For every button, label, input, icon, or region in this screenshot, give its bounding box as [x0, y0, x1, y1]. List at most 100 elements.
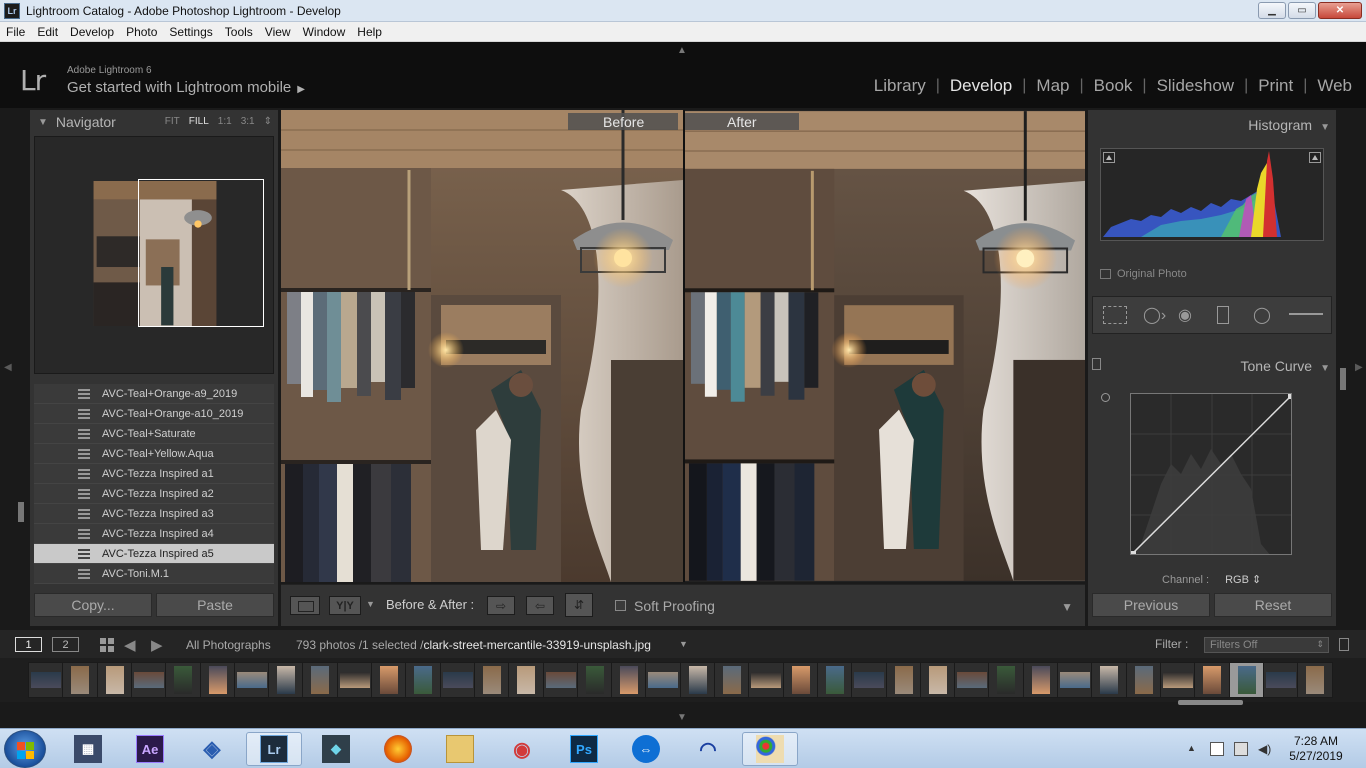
- histogram-header[interactable]: Histogram ▼: [1248, 117, 1330, 133]
- filmstrip-thumbnail[interactable]: [1262, 662, 1299, 698]
- filmstrip-thumbnail[interactable]: [233, 662, 270, 698]
- tone-curve-header[interactable]: Tone Curve ▼: [1241, 358, 1331, 374]
- filmstrip-thumbnail[interactable]: [1159, 662, 1196, 698]
- menu-view[interactable]: View: [259, 25, 297, 39]
- taskbar-after-effects[interactable]: Ae: [122, 732, 178, 766]
- collapse-left-panel-icon[interactable]: ◀: [4, 362, 12, 373]
- toolbar-options-icon[interactable]: ▼: [1061, 600, 1073, 614]
- soft-proofing-checkbox[interactable]: [615, 600, 626, 611]
- module-slideshow[interactable]: Slideshow: [1147, 76, 1245, 96]
- channel-selector[interactable]: Channel : RGB ⇕: [1162, 573, 1261, 586]
- filmstrip-thumbnail-selected[interactable]: [1228, 662, 1265, 698]
- menu-develop[interactable]: Develop: [64, 25, 120, 39]
- copy-after-to-before-button[interactable]: ⇦: [526, 596, 554, 615]
- system-clock[interactable]: 7:28 AM 5/27/2019: [1280, 734, 1352, 764]
- volume-icon[interactable]: ◀): [1258, 742, 1272, 756]
- forward-arrow-icon[interactable]: ▶: [151, 636, 163, 654]
- filmstrip-thumbnail[interactable]: [954, 662, 991, 698]
- zoom-fit[interactable]: FIT: [165, 116, 180, 127]
- preset-item[interactable]: AVC-Toni.M.1: [34, 564, 274, 584]
- menu-photo[interactable]: Photo: [120, 25, 163, 39]
- zoom-arrows-icon[interactable]: ⇕: [264, 116, 272, 127]
- zoom-fill[interactable]: FILL: [189, 116, 209, 127]
- preset-item[interactable]: AVC-Tezza Inspired a3: [34, 504, 274, 524]
- filmstrip-thumbnail[interactable]: [1125, 662, 1162, 698]
- filmstrip-thumbnail[interactable]: [28, 662, 64, 698]
- collapse-right-panel-icon[interactable]: ▶: [1355, 362, 1363, 373]
- collapse-triangle-icon[interactable]: ▼: [1320, 122, 1330, 133]
- module-web[interactable]: Web: [1307, 76, 1362, 96]
- filter-lock-icon[interactable]: [1339, 638, 1349, 651]
- filmstrip-thumbnail[interactable]: [62, 662, 99, 698]
- filmstrip-thumbnail[interactable]: [988, 662, 1025, 698]
- menu-edit[interactable]: Edit: [31, 25, 64, 39]
- panel-pin-icon[interactable]: [1092, 358, 1101, 370]
- graduated-filter-icon[interactable]: [1217, 306, 1229, 324]
- before-after-mode-button[interactable]: Y|Y: [329, 596, 361, 615]
- preset-item[interactable]: AVC-Teal+Saturate: [34, 424, 274, 444]
- filmstrip-thumbnail[interactable]: [165, 662, 202, 698]
- filmstrip-thumbnail[interactable]: [816, 662, 853, 698]
- filmstrip-thumbnail[interactable]: [268, 662, 305, 698]
- filmstrip-thumbnail[interactable]: [439, 662, 476, 698]
- filmstrip-thumbnail[interactable]: [371, 662, 407, 698]
- filmstrip-thumbnail[interactable]: [919, 662, 956, 698]
- taskbar-lightroom[interactable]: Lr: [246, 732, 302, 766]
- menu-settings[interactable]: Settings: [163, 25, 218, 39]
- taskbar-firefox[interactable]: [370, 732, 426, 766]
- filmstrip-thumbnail[interactable]: [542, 662, 579, 698]
- adjustment-brush-icon[interactable]: [1289, 313, 1323, 315]
- taskbar-camera-app[interactable]: ◉: [494, 732, 550, 766]
- filmstrip-thumbnail[interactable]: [1297, 662, 1334, 698]
- navigator-view-frame[interactable]: [138, 179, 264, 327]
- module-develop[interactable]: Develop: [940, 76, 1022, 96]
- filmstrip-thumbnail[interactable]: [336, 662, 373, 698]
- taskbar-paint[interactable]: [742, 732, 798, 766]
- preset-item-selected[interactable]: AVC-Tezza Inspired a5: [34, 544, 274, 564]
- radial-filter-icon[interactable]: ◯: [1253, 305, 1271, 325]
- histogram[interactable]: [1100, 148, 1324, 241]
- preset-item[interactable]: AVC-Tezza Inspired a2: [34, 484, 274, 504]
- filmstrip-thumbnail[interactable]: [714, 662, 750, 698]
- filmstrip-thumbnail[interactable]: [302, 662, 339, 698]
- filmstrip-thumbnail[interactable]: [130, 662, 167, 698]
- menu-tools[interactable]: Tools: [219, 25, 259, 39]
- reset-button[interactable]: Reset: [1214, 593, 1332, 617]
- mobile-promo-link[interactable]: Get started with Lightroom mobile ▶: [67, 79, 305, 96]
- menu-window[interactable]: Window: [297, 25, 352, 39]
- filmstrip-thumbnail[interactable]: [96, 662, 133, 698]
- paste-settings-button[interactable]: Paste: [156, 593, 274, 617]
- taskbar-audacity[interactable]: ◠: [680, 732, 736, 766]
- network-warning-icon[interactable]: [1234, 742, 1248, 756]
- menu-help[interactable]: Help: [351, 25, 388, 39]
- module-library[interactable]: Library: [864, 76, 936, 96]
- right-panel-scrollbar[interactable]: [1340, 368, 1346, 390]
- filmstrip-thumbnail[interactable]: [405, 662, 442, 698]
- taskbar-teamviewer[interactable]: ⇔: [618, 732, 674, 766]
- filmstrip-thumbnail[interactable]: [1022, 662, 1059, 698]
- zoom-3-1[interactable]: 3:1: [241, 116, 255, 127]
- taskbar-photoshop[interactable]: Ps: [556, 732, 612, 766]
- filmstrip-thumbnail[interactable]: [645, 662, 682, 698]
- taskbar-filmora[interactable]: ◆: [308, 732, 364, 766]
- copy-settings-button[interactable]: Copy...: [34, 593, 152, 617]
- secondary-window-button[interactable]: 2: [52, 637, 79, 652]
- grid-view-icon[interactable]: [100, 638, 114, 652]
- filter-select[interactable]: Filters Off ⇕: [1204, 637, 1329, 653]
- tone-curve-graph[interactable]: [1130, 393, 1292, 555]
- filmstrip-thumbnail[interactable]: [1091, 662, 1128, 698]
- spot-removal-tool-icon[interactable]: ◯›: [1143, 305, 1166, 325]
- original-photo-checkbox[interactable]: [1100, 269, 1111, 279]
- collapse-top-panel-icon[interactable]: ▲: [677, 45, 687, 56]
- original-photo-toggle[interactable]: Original Photo: [1100, 268, 1187, 280]
- module-map[interactable]: Map: [1026, 76, 1079, 96]
- filmstrip-thumbnail[interactable]: [1194, 662, 1231, 698]
- module-print[interactable]: Print: [1248, 76, 1303, 96]
- targeted-adjustment-icon[interactable]: [1101, 393, 1110, 402]
- filmstrip-thumbnail[interactable]: [1057, 662, 1093, 698]
- preset-item[interactable]: AVC-Tezza Inspired a4: [34, 524, 274, 544]
- taskbar-network-app[interactable]: ◈: [184, 732, 240, 766]
- taskbar-movie-maker[interactable]: ▦: [60, 732, 116, 766]
- minimize-button[interactable]: ▁: [1258, 2, 1286, 19]
- preset-item[interactable]: AVC-Teal+Orange-a10_2019: [34, 404, 274, 424]
